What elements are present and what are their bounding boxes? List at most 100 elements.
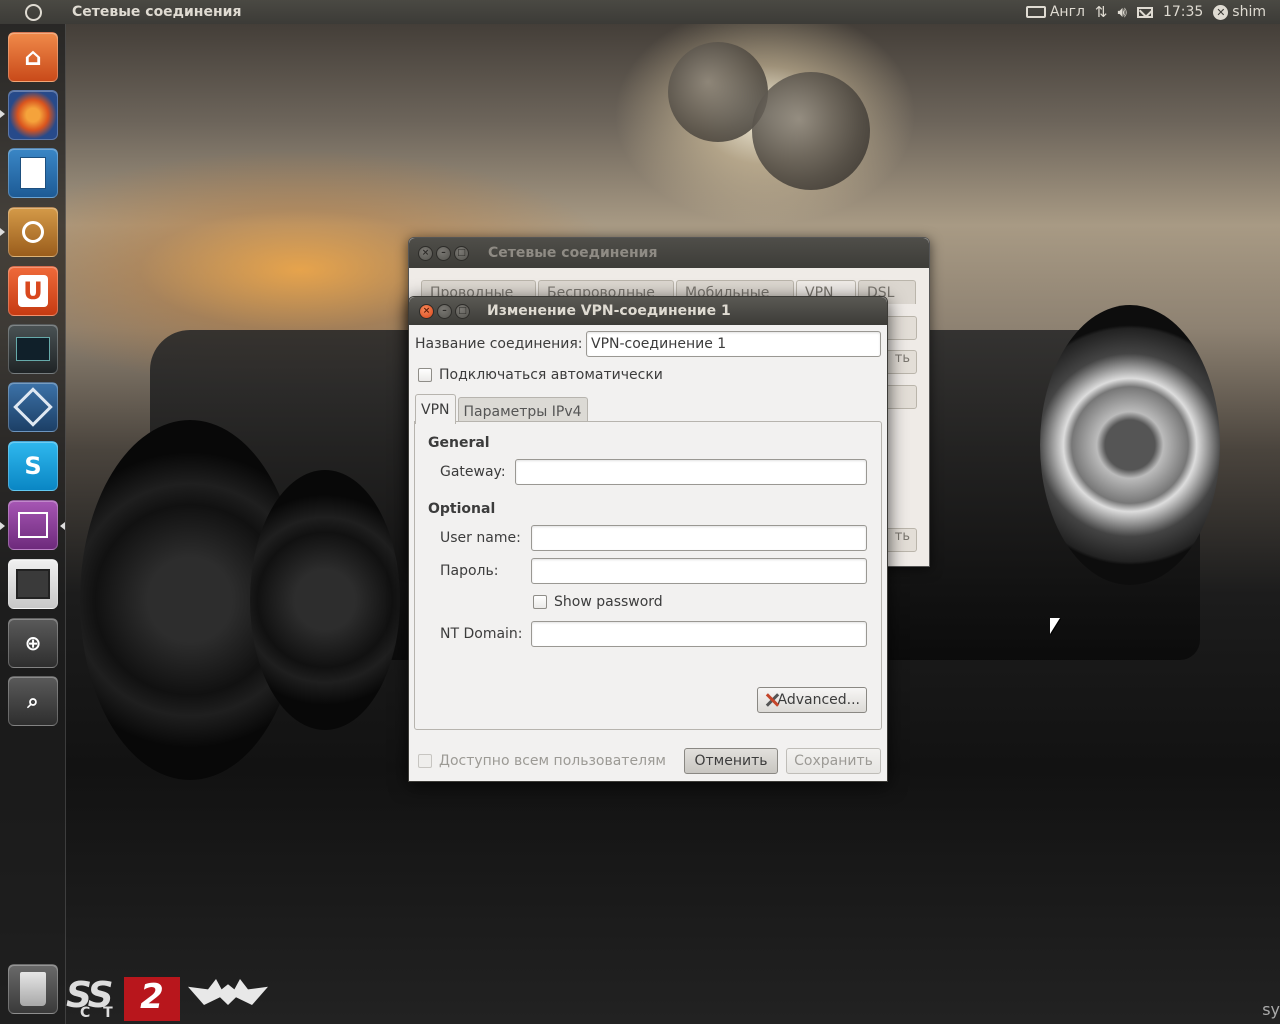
vpn-tab-panel: General Gateway: Optional User name: Пар… [414, 421, 882, 730]
show-password-label: Show password [554, 594, 663, 610]
dash-search-icon: ⌕ [27, 689, 39, 713]
writer-document-icon [20, 157, 46, 189]
batman-logo-icon [188, 979, 268, 1005]
mouse-cursor-icon [1050, 618, 1060, 634]
connection-name-row: Название соединения: [415, 331, 881, 357]
system-monitor-launcher[interactable] [8, 324, 58, 374]
trash-icon [20, 972, 46, 1006]
top-panel: Сетевые соединения Англ ⇅ 🔊︎ 17:35 ✕ shi… [0, 0, 1280, 24]
general-section-header: General [428, 435, 490, 451]
cancel-button[interactable]: Отменить [684, 748, 778, 774]
password-label: Пароль: [440, 563, 499, 579]
clock-indicator[interactable]: 17:35 [1163, 4, 1203, 20]
optional-section-header: Optional [428, 501, 496, 517]
gateway-label: Gateway: [440, 464, 506, 480]
maximize-icon[interactable]: □ [455, 303, 470, 319]
zoom-in-icon: ⊕ [24, 631, 42, 655]
username-label: User name: [440, 530, 521, 546]
advanced-button[interactable]: Advanced... [757, 687, 867, 713]
panel-indicators: Англ ⇅ 🔊︎ 17:35 ✕ shim [1025, 0, 1280, 24]
keyboard-indicator[interactable]: Англ [1025, 4, 1085, 20]
workspace-switcher-launcher[interactable] [8, 559, 58, 609]
nt-domain-row: NT Domain: [440, 621, 867, 647]
keyboard-icon [1025, 6, 1046, 18]
virtualbox-icon [13, 387, 53, 427]
wallpaper-logo-subtext: C T [80, 1005, 117, 1021]
ubuntu-one-launcher[interactable]: U [8, 266, 58, 316]
bg-close-icon[interactable]: × [418, 245, 433, 261]
dash-search-launcher[interactable]: ⌕ [8, 676, 58, 726]
bg-window-titlebar[interactable]: × – □ Сетевые соединения [409, 238, 929, 268]
skype-launcher[interactable]: S [8, 441, 58, 491]
running-indicator [0, 228, 5, 236]
minimize-icon[interactable]: – [437, 303, 452, 319]
nt-domain-label: NT Domain: [440, 626, 523, 642]
tab-vpn-settings[interactable]: VPN [415, 394, 456, 424]
wallpaper-planet-right [752, 72, 870, 190]
keyboard-layout-label: Англ [1049, 4, 1085, 20]
wallpaper-planet-left [668, 42, 768, 142]
all-users-row: Доступно всем пользователям [418, 753, 666, 769]
nt-domain-input[interactable] [531, 621, 867, 647]
ubuntu-one-icon: U [18, 275, 48, 307]
connection-name-label: Название соединения: [415, 336, 583, 352]
network-connections-icon [18, 512, 48, 538]
bg-maximize-icon[interactable]: □ [454, 245, 469, 261]
skype-icon: S [24, 452, 42, 480]
network-indicator[interactable]: ⇅ [1095, 3, 1108, 21]
wallpaper-wheel-left [80, 420, 300, 780]
close-icon[interactable]: × [419, 303, 434, 319]
focused-indicator [60, 522, 65, 530]
running-indicator [0, 110, 5, 118]
trash-launcher[interactable] [8, 964, 58, 1014]
vpn-edit-dialog: × – □ Изменение VPN-соединение 1 Названи… [408, 296, 888, 782]
user-name-label: shim [1232, 4, 1266, 20]
clock-label: 17:35 [1162, 4, 1204, 20]
ubuntu-logo-icon[interactable] [0, 0, 66, 24]
software-center-icon [22, 221, 44, 243]
system-monitor-icon [16, 337, 50, 361]
show-password-checkbox[interactable] [533, 595, 547, 609]
running-indicator [0, 522, 5, 530]
mail-icon [1136, 6, 1153, 18]
bg-window-title: Сетевые соединения [488, 245, 658, 261]
volume-icon: 🔊︎ [1117, 3, 1127, 21]
tools-icon [764, 692, 771, 708]
wallpaper-wheel-mid [250, 470, 400, 730]
wallpaper-corner-text: sy [1262, 1000, 1280, 1019]
session-indicator[interactable]: ✕ shim [1213, 4, 1266, 20]
sound-indicator[interactable]: 🔊︎ [1117, 3, 1126, 21]
libreoffice-writer-launcher[interactable] [8, 148, 58, 198]
advanced-button-label: Advanced... [777, 692, 860, 708]
connection-name-input[interactable] [586, 331, 881, 357]
gateway-row: Gateway: [440, 459, 867, 485]
username-input[interactable] [531, 525, 867, 551]
wallpaper-logo: SS 2 C T [66, 975, 286, 1021]
username-row: User name: [440, 525, 867, 551]
save-button[interactable]: Сохранить [786, 748, 881, 774]
wallpaper-logo-red-text: 2 [124, 977, 180, 1021]
password-input[interactable] [531, 558, 867, 584]
network-arrows-icon: ⇅ [1094, 3, 1108, 21]
software-center-launcher[interactable] [8, 207, 58, 257]
zoom-in-launcher[interactable]: ⊕ [8, 618, 58, 668]
user-status-icon: ✕ [1213, 4, 1229, 20]
launcher: ⌂ U S ⊕ ⌕ [0, 24, 66, 1024]
folder-home-icon: ⌂ [24, 43, 42, 71]
wallpaper-wheel-right [1040, 305, 1220, 585]
all-users-checkbox[interactable] [418, 754, 432, 768]
virtualbox-launcher[interactable] [8, 382, 58, 432]
show-password-row: Show password [533, 594, 663, 610]
autoconnect-row: Подключаться автоматически [418, 367, 663, 383]
dialog-titlebar[interactable]: × – □ Изменение VPN-соединение 1 [409, 297, 887, 325]
all-users-label: Доступно всем пользователям [439, 753, 666, 769]
firefox-launcher[interactable] [8, 90, 58, 140]
messaging-indicator[interactable] [1136, 6, 1153, 18]
gateway-input[interactable] [515, 459, 867, 485]
home-folder-launcher[interactable]: ⌂ [8, 32, 58, 82]
autoconnect-checkbox[interactable] [418, 368, 432, 382]
workspace-switcher-icon [16, 569, 50, 599]
network-connections-launcher[interactable] [8, 500, 58, 550]
bg-minimize-icon[interactable]: – [436, 245, 451, 261]
active-app-title: Сетевые соединения [72, 4, 242, 20]
